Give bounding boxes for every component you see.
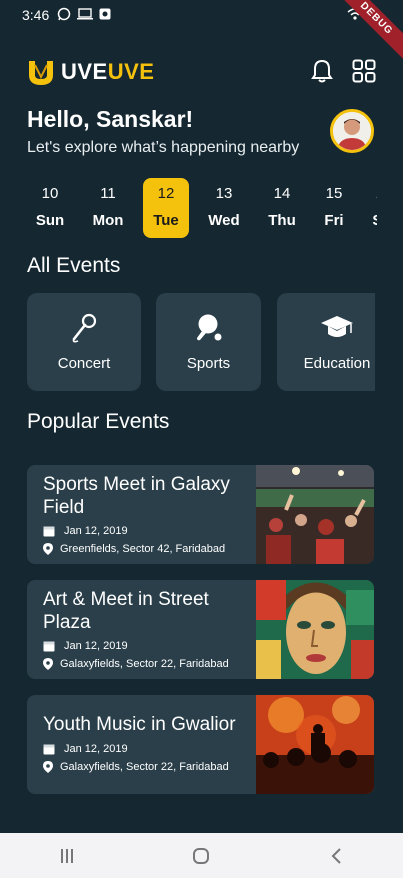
event-location: Galaxyfields, Sector 22, Faridabad bbox=[60, 658, 229, 670]
category-education[interactable]: Education bbox=[277, 293, 375, 391]
date-number: 11 bbox=[100, 185, 116, 202]
menu-grid-button[interactable] bbox=[351, 58, 377, 84]
laptop-icon bbox=[77, 7, 94, 23]
back-icon bbox=[331, 847, 341, 864]
date-day: Sun bbox=[35, 212, 65, 229]
date-item-11[interactable]: 11 Mon bbox=[85, 178, 131, 238]
category-list: Concert Sports Education bbox=[27, 293, 375, 393]
date-number: 12 bbox=[157, 185, 175, 202]
category-sports[interactable]: Sports bbox=[156, 293, 261, 391]
calendar-icon bbox=[43, 744, 55, 755]
date-number: 15 bbox=[325, 185, 343, 202]
app-header: UVEUVE bbox=[27, 56, 377, 88]
category-label: Sports bbox=[186, 354, 231, 372]
recent-apps-icon bbox=[61, 848, 74, 863]
logo-icon bbox=[27, 57, 55, 87]
whatsapp-icon bbox=[57, 7, 71, 24]
logo-text-part1: UVE bbox=[61, 59, 108, 84]
grid-icon bbox=[352, 59, 376, 83]
status-time: 3:46 bbox=[22, 7, 50, 23]
event-location-row: Greenfields, Sector 42, Faridabad bbox=[43, 543, 225, 555]
date-day: Wed bbox=[208, 212, 240, 229]
photo-icon bbox=[99, 7, 111, 23]
date-number: 14 bbox=[273, 185, 291, 202]
event-image-stadium bbox=[256, 465, 374, 564]
calendar-icon bbox=[43, 641, 55, 652]
date-day: Mon bbox=[92, 212, 124, 229]
system-navigation-bar bbox=[0, 833, 403, 878]
category-concert[interactable]: Concert bbox=[27, 293, 141, 391]
date-item-13[interactable]: 13 Wed bbox=[201, 178, 247, 238]
event-date: Jan 12, 2019 bbox=[64, 640, 128, 652]
category-label: Education bbox=[303, 354, 371, 372]
home-icon bbox=[193, 847, 210, 864]
greeting-subtitle: Let's explore what’s happening nearby bbox=[27, 139, 300, 156]
event-location: Galaxyfields, Sector 22, Faridabad bbox=[60, 761, 229, 773]
category-label: Concert bbox=[57, 354, 111, 372]
greeting-section: Hello, Sanskar! Let's explore what’s hap… bbox=[27, 106, 299, 157]
date-day: Thu bbox=[268, 212, 296, 229]
back-button[interactable] bbox=[316, 841, 356, 871]
greeting-title: Hello, Sanskar! bbox=[27, 106, 194, 132]
date-day: Fri bbox=[324, 212, 344, 229]
date-item-16[interactable]: 16 Sat bbox=[361, 178, 377, 238]
event-location-row: Galaxyfields, Sector 22, Faridabad bbox=[43, 761, 229, 773]
avatar[interactable] bbox=[330, 109, 374, 153]
microphone-icon bbox=[72, 313, 97, 342]
bell-icon bbox=[311, 59, 333, 83]
event-title: Art & Meet in Street Plaza bbox=[43, 589, 209, 633]
date-strip: 10 Sun 11 Mon 12 Tue 13 Wed 14 Thu 15 Fr… bbox=[27, 178, 377, 238]
date-day: Sat bbox=[361, 212, 377, 229]
event-title: Youth Music in Gwalior bbox=[43, 714, 236, 735]
location-pin-icon bbox=[43, 761, 53, 773]
event-image-concert bbox=[256, 695, 374, 794]
event-card[interactable]: Art & Meet in Street Plaza Jan 12, 2019 … bbox=[27, 580, 374, 679]
home-button[interactable] bbox=[181, 841, 221, 871]
event-date-row: Jan 12, 2019 bbox=[43, 525, 128, 537]
event-date: Jan 12, 2019 bbox=[64, 743, 128, 755]
date-item-10[interactable]: 10 Sun bbox=[27, 178, 73, 238]
event-location-row: Galaxyfields, Sector 22, Faridabad bbox=[43, 658, 229, 670]
popular-events-title: Popular Events bbox=[27, 410, 170, 433]
date-item-14[interactable]: 14 Thu bbox=[259, 178, 305, 238]
event-location: Greenfields, Sector 42, Faridabad bbox=[60, 543, 226, 555]
debug-banner: DEBUG bbox=[330, 0, 403, 65]
logo-text: UVEUVE bbox=[61, 59, 155, 85]
location-pin-icon bbox=[43, 658, 53, 670]
all-events-title: All Events bbox=[27, 254, 121, 277]
calendar-icon bbox=[43, 526, 55, 537]
event-date-row: Jan 12, 2019 bbox=[43, 640, 128, 652]
ping-pong-icon bbox=[196, 314, 221, 340]
event-image-street-art bbox=[256, 580, 374, 679]
recent-apps-button[interactable] bbox=[47, 841, 87, 871]
event-title: Sports Meet in Galaxy Field bbox=[43, 474, 230, 518]
logo-text-part2: UVE bbox=[107, 59, 155, 84]
event-card[interactable]: Sports Meet in Galaxy Field Jan 12, 2019… bbox=[27, 465, 374, 564]
date-number: 16 bbox=[361, 185, 377, 202]
event-card[interactable]: Youth Music in Gwalior Jan 12, 2019 Gala… bbox=[27, 695, 374, 794]
graduation-cap-icon bbox=[321, 315, 353, 337]
status-bar: 3:46 DEBUG bbox=[0, 0, 403, 65]
event-date: Jan 12, 2019 bbox=[64, 525, 128, 537]
location-pin-icon bbox=[43, 543, 53, 555]
date-number: 13 bbox=[215, 185, 233, 202]
date-number: 10 bbox=[41, 185, 59, 202]
date-item-15[interactable]: 15 Fri bbox=[311, 178, 357, 238]
notifications-button[interactable] bbox=[309, 58, 335, 84]
date-day: Tue bbox=[153, 212, 179, 229]
date-item-12-selected[interactable]: 12 Tue bbox=[143, 178, 189, 238]
event-date-row: Jan 12, 2019 bbox=[43, 743, 128, 755]
